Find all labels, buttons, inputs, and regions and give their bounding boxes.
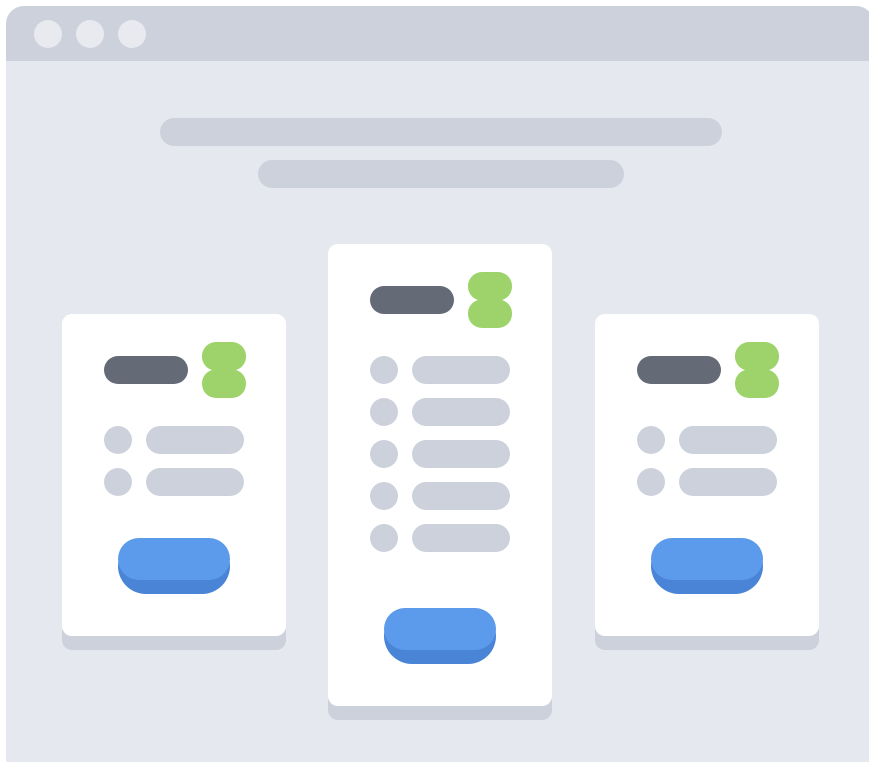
window-minimize-dot[interactable] xyxy=(76,20,104,48)
bullet-icon xyxy=(637,426,665,454)
browser-window xyxy=(6,6,869,762)
feature-text-placeholder xyxy=(412,440,510,468)
select-plan-button[interactable] xyxy=(384,608,496,664)
illustration-root xyxy=(0,0,869,762)
feature-item xyxy=(104,426,244,454)
bullet-icon xyxy=(104,426,132,454)
select-plan-button[interactable] xyxy=(651,538,763,594)
feature-item xyxy=(637,468,777,496)
bullet-icon xyxy=(370,398,398,426)
bullet-icon xyxy=(370,356,398,384)
feature-item xyxy=(370,524,510,552)
feature-item xyxy=(370,440,510,468)
feature-text-placeholder xyxy=(412,356,510,384)
page-subtitle-placeholder xyxy=(258,160,624,188)
price-tag-icon xyxy=(735,342,779,398)
bullet-icon xyxy=(370,524,398,552)
feature-text-placeholder xyxy=(146,426,244,454)
bullet-icon xyxy=(637,468,665,496)
feature-item xyxy=(637,426,777,454)
feature-text-placeholder xyxy=(412,398,510,426)
price-tag-icon xyxy=(202,342,246,398)
feature-text-placeholder xyxy=(412,482,510,510)
feature-item xyxy=(370,482,510,510)
bullet-icon xyxy=(370,482,398,510)
feature-text-placeholder xyxy=(679,426,777,454)
feature-text-placeholder xyxy=(412,524,510,552)
feature-item xyxy=(370,356,510,384)
window-close-dot[interactable] xyxy=(34,20,62,48)
select-plan-button[interactable] xyxy=(118,538,230,594)
window-maximize-dot[interactable] xyxy=(118,20,146,48)
pricing-card-premium xyxy=(595,314,819,636)
feature-text-placeholder xyxy=(146,468,244,496)
price-tag-icon xyxy=(468,272,512,328)
feature-item xyxy=(104,468,244,496)
bullet-icon xyxy=(104,468,132,496)
plan-name-placeholder xyxy=(370,286,454,314)
feature-text-placeholder xyxy=(679,468,777,496)
page-title-placeholder xyxy=(160,118,722,146)
bullet-icon xyxy=(370,440,398,468)
pricing-card-featured xyxy=(328,244,552,706)
plan-name-placeholder xyxy=(637,356,721,384)
plan-name-placeholder xyxy=(104,356,188,384)
feature-item xyxy=(370,398,510,426)
pricing-card-basic xyxy=(62,314,286,636)
window-titlebar xyxy=(6,6,869,61)
